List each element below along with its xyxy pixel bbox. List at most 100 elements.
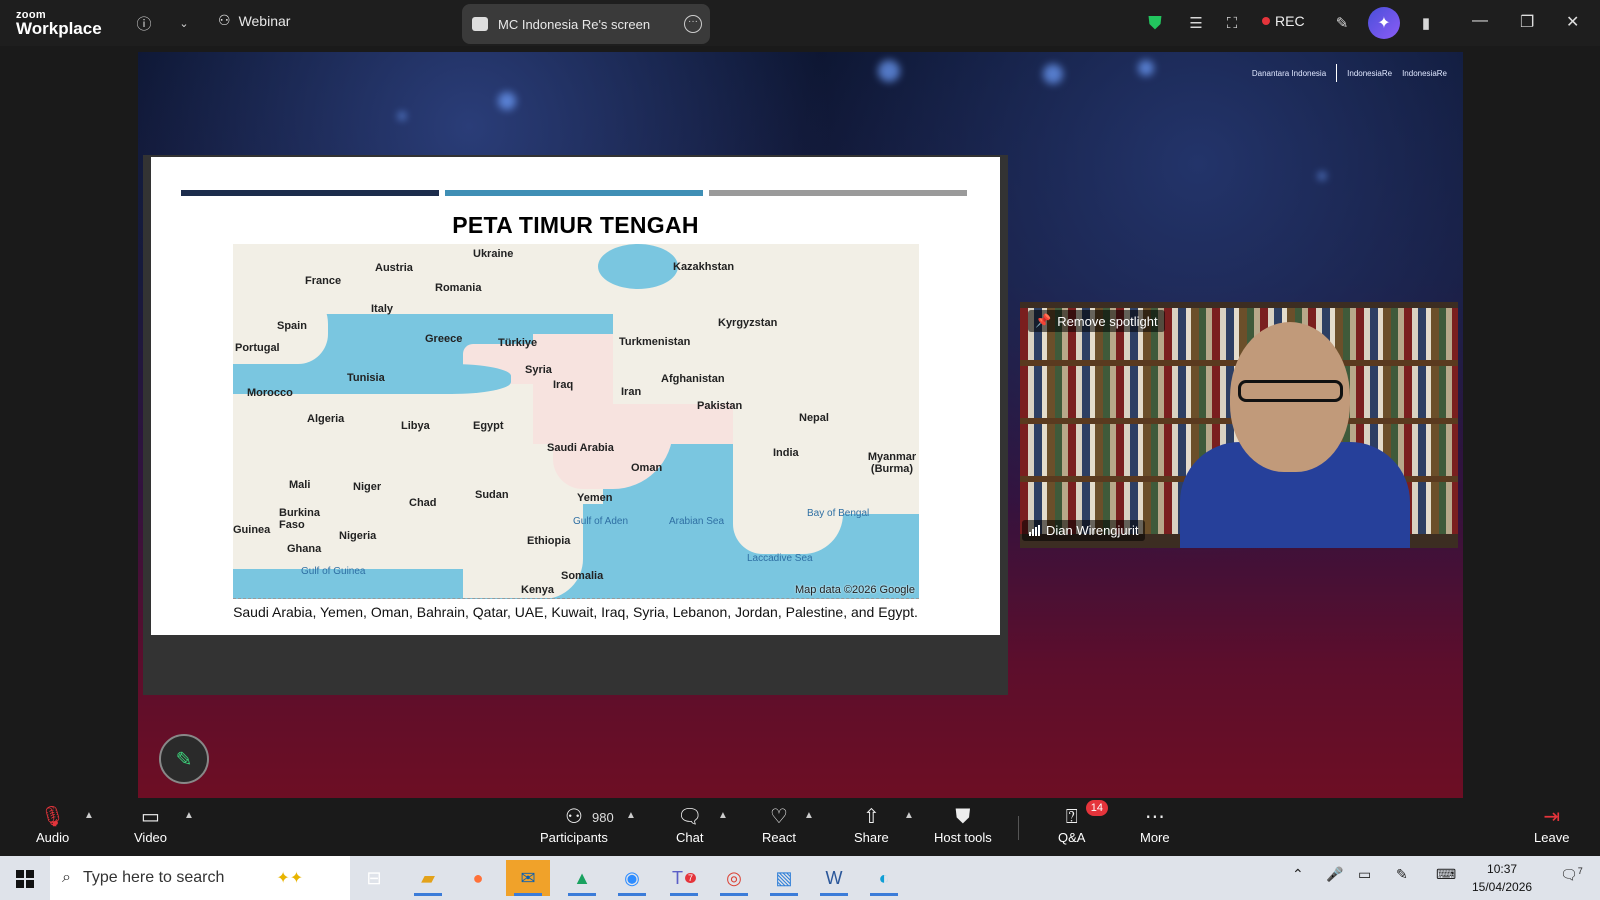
- people-icon: ⚇: [218, 12, 231, 28]
- map-label: Iraq: [553, 379, 574, 391]
- map-label: Greece: [425, 333, 463, 345]
- outlook-icon[interactable]: ✉: [506, 860, 550, 896]
- map-sea-label: Bay of Bengal: [807, 508, 870, 519]
- map-label: Oman: [631, 462, 663, 474]
- map-label: Guinea: [233, 524, 271, 536]
- map-label: Syria: [525, 364, 552, 376]
- participants-count: 980: [592, 810, 614, 825]
- map-label: Kazakhstan: [673, 261, 735, 273]
- teams-badge: 7: [684, 873, 696, 883]
- remove-spotlight-button[interactable]: 📌 Remove spotlight: [1028, 310, 1165, 332]
- video-button[interactable]: ▭ Video: [134, 804, 167, 845]
- restore-button[interactable]: ❐: [1520, 12, 1534, 32]
- map-label: India: [773, 447, 799, 459]
- header-bar: [181, 190, 439, 196]
- firefox-icon[interactable]: ●: [456, 860, 500, 896]
- microphone-icon[interactable]: 🎤: [1326, 866, 1343, 883]
- video-options-caret-icon[interactable]: ▲: [184, 810, 194, 821]
- teams-icon[interactable]: T7: [662, 860, 706, 896]
- chat-caret-icon[interactable]: ▲: [718, 810, 728, 821]
- network-icon[interactable]: ▭: [1358, 866, 1371, 883]
- ai-companion-button[interactable]: ✦: [1368, 7, 1400, 39]
- map-label: Libya: [401, 420, 430, 432]
- leave-icon: ⇥: [1543, 806, 1561, 828]
- map-credit: Map data ©2026 Google: [794, 584, 915, 596]
- map-sea-label: Arabian Sea: [669, 516, 725, 527]
- map-label: Myanmar (Burma): [867, 451, 917, 475]
- participants-caret-icon[interactable]: ▲: [626, 810, 636, 821]
- google-drive-icon[interactable]: ▲: [560, 860, 604, 896]
- map-label: Ethiopia: [527, 535, 571, 547]
- map-label: Iran: [621, 386, 642, 398]
- windows-taskbar: ⌕ Type here to search ✦✦ ⊟ ▰ ● ✉ ▲ ◉ T7 …: [0, 856, 1600, 900]
- notifications-icon[interactable]: 🗨7: [1560, 866, 1583, 884]
- map-label: Afghanistan: [661, 373, 725, 385]
- taskbar-search[interactable]: ⌕ Type here to search ✦✦: [50, 856, 350, 900]
- share-button[interactable]: ⇧ Share: [854, 804, 889, 845]
- more-icon: ⋯: [1144, 806, 1165, 828]
- qa-badge: 14: [1085, 800, 1108, 816]
- pen-tray-icon[interactable]: ✎: [1396, 866, 1408, 883]
- slide-header-bars: [181, 190, 971, 196]
- question-icon: ⍰ 14: [1066, 800, 1108, 830]
- record-dot-icon: [1262, 17, 1270, 25]
- recording-indicator[interactable]: REC: [1262, 13, 1305, 29]
- search-icon: ⌕: [62, 869, 71, 886]
- side-panel-icon[interactable]: ▮: [1414, 11, 1438, 35]
- task-view-icon[interactable]: ⊟: [352, 860, 396, 896]
- slide-title: PETA TIMUR TENGAH: [452, 212, 699, 238]
- map-label: Italy: [371, 303, 394, 315]
- map-label: Burkina Faso: [279, 507, 320, 531]
- close-button[interactable]: ✕: [1566, 12, 1579, 32]
- audio-button[interactable]: 🎙 Audio: [36, 804, 69, 845]
- zoom-app-icon[interactable]: ◉: [610, 860, 654, 896]
- presentation-slide: PETA TIMUR TENGAH Ukraine Kazakhstan Aus…: [151, 157, 1000, 635]
- minimize-button[interactable]: —: [1472, 12, 1488, 30]
- file-explorer-icon[interactable]: ▰: [406, 860, 450, 896]
- focus-mode-icon[interactable]: ⛶: [1220, 11, 1244, 35]
- chat-button[interactable]: 🗨 Chat: [676, 804, 703, 845]
- pencil-icon: ✎: [175, 748, 193, 771]
- map-label: Mali: [289, 479, 311, 491]
- shared-screen-tab[interactable]: MC Indonesia Re's screen ···: [462, 4, 710, 44]
- captions-icon[interactable]: ☰: [1184, 11, 1208, 35]
- more-options-icon[interactable]: ···: [684, 15, 702, 33]
- system-clock[interactable]: 10:37 15/04/2026: [1472, 860, 1532, 896]
- annotate-pen-icon[interactable]: ✎: [1330, 11, 1354, 35]
- title-bar: zoom Workplace ⓘ ⌄ ⚇ Webinar MC Indonesi…: [0, 0, 1600, 46]
- info-icon[interactable]: ⓘ: [132, 11, 156, 35]
- more-button[interactable]: ⋯ More: [1140, 804, 1170, 845]
- share-screen-icon: ⇧: [862, 806, 880, 828]
- pin-icon: 📌: [1035, 313, 1052, 328]
- windows-start-icon[interactable]: [16, 870, 34, 888]
- map-label: Nigeria: [339, 530, 377, 542]
- map-label: Ghana: [287, 543, 322, 555]
- participants-icon: ⚇: [564, 806, 583, 828]
- map-label: Kyrgyzstan: [718, 317, 778, 329]
- camera-icon: ▭: [141, 806, 160, 828]
- chrome-icon[interactable]: ◎: [712, 860, 756, 896]
- keyboard-icon[interactable]: ⌨: [1436, 866, 1456, 883]
- map-label: Ukraine: [473, 248, 514, 260]
- webinar-indicator[interactable]: ⚇ Webinar: [218, 12, 290, 29]
- shield-icon[interactable]: ⛊: [1143, 11, 1167, 35]
- map-label: Yemen: [577, 492, 613, 504]
- annotate-button[interactable]: ✎: [159, 734, 209, 784]
- edge-icon[interactable]: ◐: [862, 860, 906, 896]
- word-icon[interactable]: W: [812, 860, 856, 896]
- header-bar: [709, 190, 967, 196]
- spotlight-video-tile[interactable]: 📌 Remove spotlight Dian Wirengjurit: [1020, 302, 1458, 548]
- chevron-down-icon[interactable]: ⌄: [172, 11, 196, 35]
- tray-chevron-icon[interactable]: ⌃: [1292, 866, 1304, 883]
- map-label: France: [305, 275, 342, 287]
- header-bar: [445, 190, 703, 196]
- qa-button[interactable]: ⍰ 14 Q&A: [1058, 800, 1108, 845]
- photos-icon[interactable]: ▧: [762, 860, 806, 896]
- react-button[interactable]: ♡ React: [762, 804, 796, 845]
- audio-options-caret-icon[interactable]: ▲: [84, 810, 94, 821]
- host-tools-button[interactable]: ⛊ Host tools: [934, 804, 992, 845]
- leave-button[interactable]: ⇥ Leave: [1534, 804, 1569, 845]
- share-caret-icon[interactable]: ▲: [904, 810, 914, 821]
- map-label: Morocco: [247, 387, 293, 399]
- react-caret-icon[interactable]: ▲: [804, 810, 814, 821]
